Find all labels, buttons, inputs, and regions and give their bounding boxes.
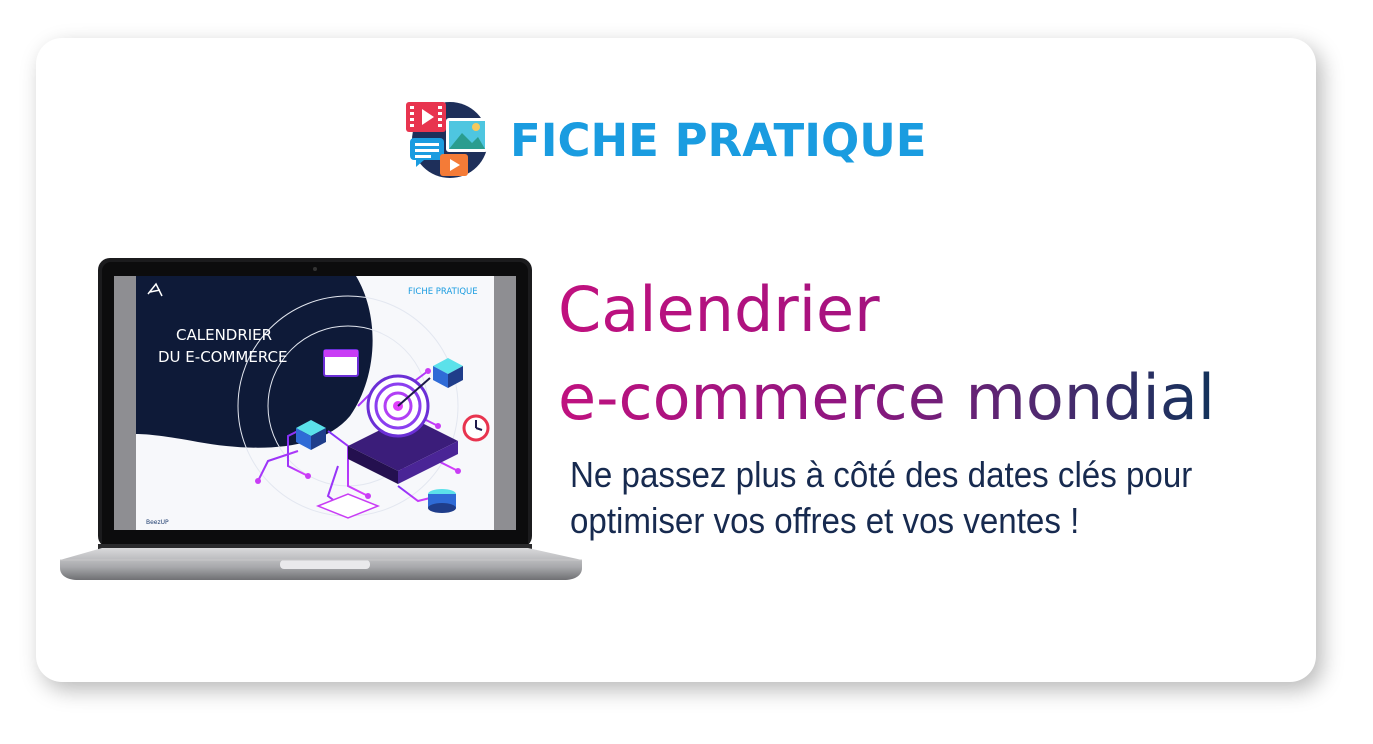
headline-line2: e-commerce mondial xyxy=(558,354,1215,442)
subtitle-line1: Ne passez plus à côté des dates clés pou… xyxy=(570,454,1193,495)
screen-brand: BeezUP xyxy=(146,519,169,526)
subtitle: Ne passez plus à côté des dates clés pou… xyxy=(570,452,1232,544)
screen-title-line1: CALENDRIER xyxy=(176,326,272,344)
media-gallery-icon xyxy=(406,102,488,178)
laptop-image: FICHE PRATIQUE CALENDRIER DU E-COMMERCE … xyxy=(60,258,582,580)
headline: Calendrier e-commerce mondial xyxy=(558,266,1318,442)
subtitle-line2: optimiser vos offres et vos ventes ! xyxy=(570,500,1080,541)
header-label: FICHE PRATIQUE xyxy=(510,114,927,167)
headline-line1: Calendrier xyxy=(558,266,880,354)
screen-title-line2: DU E-COMMERCE xyxy=(158,348,287,366)
screen-badge: FICHE PRATIQUE xyxy=(408,287,478,297)
